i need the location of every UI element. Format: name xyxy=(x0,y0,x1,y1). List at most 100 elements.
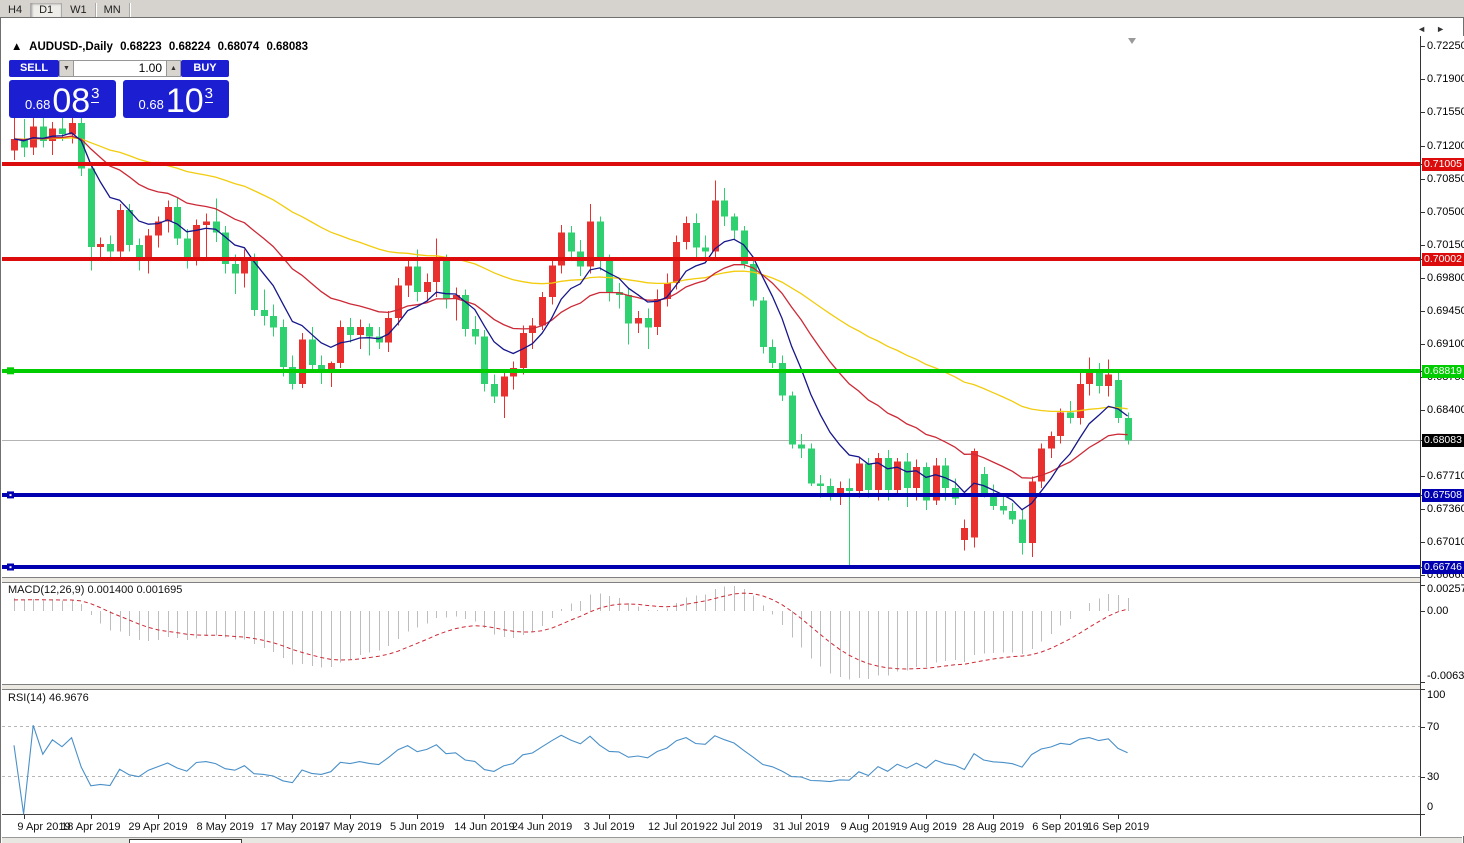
price-axis-label: 0.72250 xyxy=(1427,40,1464,53)
date-tick xyxy=(292,815,293,819)
price-axis-label: 0.71900 xyxy=(1427,73,1464,86)
moving-average-ma-fast xyxy=(14,133,1128,510)
date-tick xyxy=(1060,815,1061,819)
collapse-icon[interactable]: ▲ xyxy=(11,41,22,53)
price-axis-label: 0.71550 xyxy=(1427,106,1464,119)
quote-header: ▲ AUDUSD-,Daily 0.68223 0.68224 0.68074 … xyxy=(11,41,312,53)
price-axis-label: 0.70002 xyxy=(1422,253,1464,266)
quote-high: 0.68224 xyxy=(169,41,211,53)
chart-window: ▲ AUDUSD-,Daily 0.68223 0.68224 0.68074 … xyxy=(0,17,1464,843)
date-tick xyxy=(734,815,735,819)
axis-tick xyxy=(1421,585,1425,586)
volume-down-button[interactable]: ▼ xyxy=(59,60,74,77)
timeframe-button-d1[interactable]: D1 xyxy=(31,3,62,18)
rsi-line xyxy=(14,725,1128,814)
rsi-panel-canvas[interactable] xyxy=(2,689,1420,814)
price-axis-label: 0.002574 xyxy=(1427,583,1464,596)
price-axis-label: 0.69100 xyxy=(1427,338,1464,351)
price-axis-label: 0.68400 xyxy=(1427,404,1464,417)
price-axis-label: 0.67010 xyxy=(1427,536,1464,549)
axis-tick xyxy=(1421,179,1425,180)
date-tick xyxy=(484,815,485,819)
mt4-terminal: H4D1W1MN ▲ AUDUSD-,Daily 0.68223 0.68224… xyxy=(0,0,1464,843)
axis-tick xyxy=(1421,689,1425,690)
chart-shift-marker-icon[interactable] xyxy=(1128,38,1136,44)
timeframe-button-mn[interactable]: MN xyxy=(96,3,130,18)
axis-tick xyxy=(1421,146,1425,147)
one-click-trading-panel: SELL ▼ 1.00 ▲ BUY 0.68 08 3 0.68 10 3 xyxy=(9,60,229,118)
date-tick xyxy=(24,815,25,819)
symbol-period-label: AUDUSD-,Daily xyxy=(29,41,113,53)
sell-price-prefix: 0.68 xyxy=(25,97,50,112)
price-axis-label: 0.70850 xyxy=(1427,173,1464,186)
price-axis-label: 30 xyxy=(1427,771,1439,784)
horizontal-level-line[interactable] xyxy=(2,565,1420,569)
date-tick xyxy=(158,815,159,819)
date-tick xyxy=(542,815,543,819)
date-tick xyxy=(676,815,677,819)
chart-tab-bar: EURUSD-,DailyAUDUSD-,DailyUSDCHF-,Daily|… xyxy=(2,837,1462,843)
date-tick xyxy=(350,815,351,819)
date-tick xyxy=(91,815,92,819)
sell-price-big: 08 xyxy=(52,86,90,116)
candlestick-series xyxy=(11,112,1132,565)
axis-tick xyxy=(1421,245,1425,246)
horizontal-level-line[interactable] xyxy=(2,162,1420,166)
price-axis-label: 0.68819 xyxy=(1422,365,1464,378)
sell-button[interactable]: SELL xyxy=(9,60,59,77)
macd-histogram xyxy=(15,586,1129,680)
axis-tick xyxy=(1421,509,1425,510)
quote-low: 0.68074 xyxy=(218,41,260,53)
price-axis-label: 0.71200 xyxy=(1427,140,1464,153)
volume-up-button[interactable]: ▲ xyxy=(166,60,181,77)
date-tick xyxy=(225,815,226,819)
axis-tick xyxy=(1421,79,1425,80)
macd-panel-canvas[interactable] xyxy=(2,581,1420,684)
timeframe-button-w1[interactable]: W1 xyxy=(62,3,96,18)
date-tick xyxy=(868,815,869,819)
price-axis-label: 0.67360 xyxy=(1427,503,1464,516)
moving-average-ma-medium xyxy=(14,136,1128,478)
volume-input[interactable]: 1.00 xyxy=(74,60,166,77)
axis-tick xyxy=(1421,212,1425,213)
price-axis-label: 0.67508 xyxy=(1422,489,1464,502)
macd-indicator-label: MACD(12,26,9) 0.001400 0.001695 xyxy=(8,584,182,596)
axis-tick xyxy=(1421,278,1425,279)
price-axis-label: -0.006326 xyxy=(1427,670,1464,683)
price-axis-label: 0.70500 xyxy=(1427,206,1464,219)
date-tick xyxy=(417,815,418,819)
axis-tick xyxy=(1421,112,1425,113)
price-axis-label: 0.69800 xyxy=(1427,272,1464,285)
axis-tick xyxy=(1421,777,1425,778)
price-axis-label: 0.69450 xyxy=(1427,305,1464,318)
buy-price-tile[interactable]: 0.68 10 3 xyxy=(123,80,230,118)
horizontal-level-line[interactable] xyxy=(2,369,1420,373)
axis-tick xyxy=(1421,727,1425,728)
tab-scroll-right-icon: ► xyxy=(1436,24,1455,34)
horizontal-level-line[interactable] xyxy=(2,257,1420,261)
horizontal-level-line[interactable] xyxy=(2,493,1420,497)
sell-price-pip: 3 xyxy=(91,85,99,103)
chart-tab-audusd-daily[interactable]: AUDUSD-,Daily xyxy=(129,839,242,843)
date-tick xyxy=(926,815,927,819)
price-axis-label: 0.70150 xyxy=(1427,239,1464,252)
tab-scroll-arrows[interactable]: ◄► xyxy=(1417,24,1455,34)
date-tick xyxy=(993,815,994,819)
tab-scroll-left-icon: ◄ xyxy=(1417,24,1436,34)
buy-price-prefix: 0.68 xyxy=(139,97,164,112)
price-axis-label: 0.71005 xyxy=(1422,158,1464,171)
quote-open: 0.68223 xyxy=(120,41,162,53)
date-tick xyxy=(801,815,802,819)
timeframe-button-h4[interactable]: H4 xyxy=(0,3,31,18)
date-axis[interactable]: 9 Apr 201918 Apr 201929 Apr 20198 May 20… xyxy=(2,814,1420,837)
date-axis-label: 16 Sep 2019 xyxy=(1076,821,1160,833)
rsi-value: 46.9676 xyxy=(49,692,89,704)
price-axis[interactable]: 0.72250 0.71900 0.71550 0.71200 0.70850 0.705… xyxy=(1420,36,1464,836)
price-axis-label: 70 xyxy=(1427,721,1439,734)
sell-price-tile[interactable]: 0.68 08 3 xyxy=(9,80,116,118)
buy-button[interactable]: BUY xyxy=(181,60,229,77)
axis-tick xyxy=(1421,46,1425,47)
macd-signal-line xyxy=(14,593,1128,669)
macd-main-value: 0.001400 xyxy=(87,584,133,596)
quote-close: 0.68083 xyxy=(266,41,308,53)
